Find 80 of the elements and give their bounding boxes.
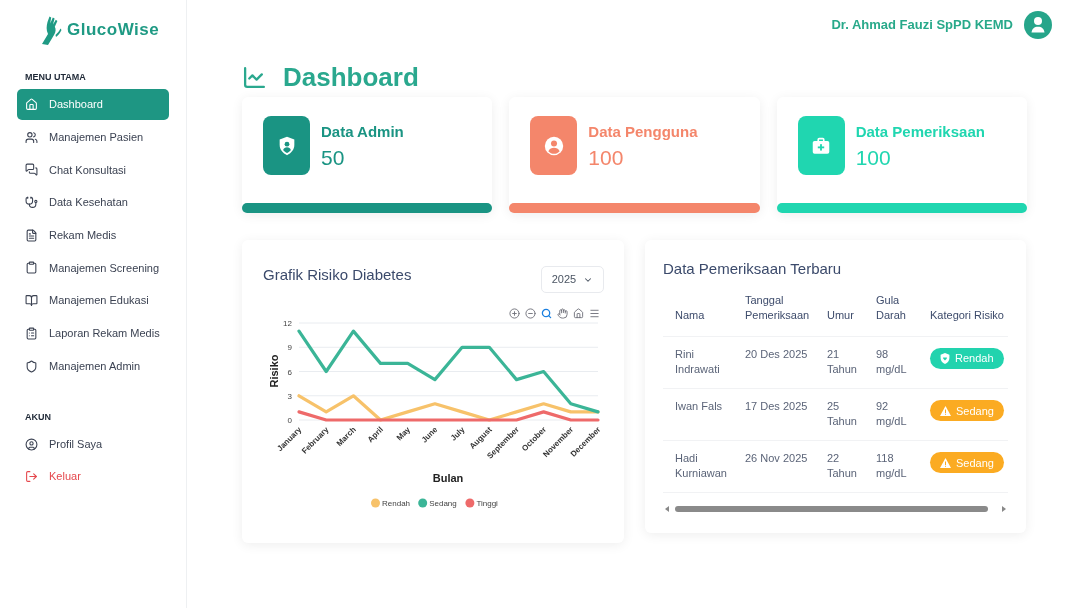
- chat-icon: [25, 163, 38, 177]
- stat-value: 100: [588, 145, 625, 171]
- risk-label: Sedang: [956, 455, 994, 470]
- sidebar-item[interactable]: Data Kesehatan: [17, 187, 169, 219]
- axis-title: Risiko: [268, 354, 280, 388]
- risk-label: Rendah: [955, 351, 994, 365]
- sidebar-item[interactable]: Rekam Medis: [17, 219, 169, 251]
- stethoscope-icon: [25, 196, 38, 210]
- logout-icon: [25, 470, 38, 484]
- y-tick-label: 3: [287, 391, 292, 401]
- menu-icon[interactable]: [589, 307, 600, 319]
- user-circle-icon: [542, 134, 565, 157]
- chart-title: Grafik Risiko Diabetes: [263, 266, 412, 284]
- table-cell-text: 26 Nov 2025: [745, 450, 809, 466]
- section-heading: MENU UTAMA: [25, 71, 86, 83]
- stat-title: Data Pengguna: [588, 122, 698, 142]
- sidebar-item[interactable]: Manajemen Admin: [17, 350, 169, 382]
- book-icon: [25, 294, 38, 308]
- table-cell-text: 92 mg/dL: [876, 398, 908, 429]
- zoom-in-icon[interactable]: [509, 307, 520, 319]
- column-header: Tanggal Pemeriksaan: [745, 292, 811, 323]
- column-header: Kategori Risiko: [930, 307, 1005, 323]
- axis-title: Bulan: [432, 472, 464, 484]
- table-cell-text: Rini Indrawati: [675, 346, 721, 377]
- table-cell-text: 25 Tahun: [827, 398, 858, 429]
- stat-value: 50: [321, 145, 346, 171]
- table-cell-text: 22 Tahun: [827, 450, 858, 481]
- sidebar-item[interactable]: Manajemen Edukasi: [17, 285, 169, 317]
- table-cell-text: 21 Tahun: [827, 346, 858, 377]
- table-cell-text: Hadi Kurniawan: [675, 450, 728, 481]
- sidebar-item[interactable]: Dashboard: [17, 89, 169, 120]
- line-chart-icon: [242, 64, 267, 90]
- year-select[interactable]: 2025: [541, 266, 604, 293]
- horizontal-scrollbar[interactable]: [663, 503, 1008, 514]
- warning-icon: [940, 405, 951, 416]
- y-tick-label: 9: [287, 343, 292, 353]
- sidebar-item[interactable]: Manajemen Screening: [17, 252, 169, 284]
- sidebar-item[interactable]: Chat Konsultasi: [17, 154, 169, 186]
- y-tick-label: 0: [287, 416, 292, 425]
- magnifier-icon[interactable]: [541, 307, 552, 319]
- shield-icon: [25, 359, 38, 373]
- document-icon: [25, 228, 38, 242]
- home-icon[interactable]: [573, 307, 584, 319]
- clipboard-icon: [25, 261, 38, 275]
- user-circle-icon: [25, 437, 38, 451]
- brand-name: GlucoWise: [67, 19, 160, 42]
- user-name: Dr. Ahmad Fauzi SpPD KEMD: [831, 16, 1013, 35]
- sidebar-item[interactable]: Keluar: [17, 461, 169, 493]
- warning-icon: [940, 457, 951, 468]
- table-cell-text: 118 mg/dL: [876, 450, 908, 481]
- table-cell-text: Iwan Fals: [675, 398, 724, 414]
- legend-label: Tinggi: [476, 499, 498, 508]
- sidebar-item[interactable]: Laporan Rekam Medis: [17, 317, 169, 349]
- avatar-icon[interactable]: [1024, 11, 1052, 39]
- table-cell-text: 20 Des 2025: [745, 346, 809, 362]
- stat-value: 100: [855, 145, 892, 171]
- logo-icon: [40, 14, 62, 46]
- table-title: Data Pemeriksaan Terbaru: [663, 260, 843, 278]
- legend-label: Sedang: [429, 499, 457, 508]
- table-cell-text: 98 mg/dL: [876, 346, 908, 377]
- zoom-out-icon[interactable]: [525, 307, 536, 319]
- page-title: Dashboard: [283, 62, 419, 92]
- hand-icon[interactable]: [557, 307, 568, 319]
- section-heading: AKUN: [25, 410, 51, 423]
- column-header: Gula Darah: [876, 292, 907, 323]
- y-tick-label: 12: [283, 320, 292, 328]
- column-header: Nama: [675, 307, 706, 323]
- column-header: Umur: [827, 307, 855, 323]
- sidebar-item[interactable]: Profil Saya: [17, 428, 169, 460]
- clipboard-list-icon: [25, 326, 38, 340]
- stat-title: Data Pemeriksaan: [855, 122, 985, 142]
- users-icon: [25, 130, 38, 144]
- stat-title: Data Admin: [321, 122, 404, 142]
- y-tick-label: 6: [287, 367, 292, 377]
- risk-label: Sedang: [956, 403, 994, 418]
- table-cell-text: 17 Des 2025: [745, 398, 809, 414]
- shield-icon: [940, 352, 950, 364]
- home-icon: [25, 98, 38, 111]
- legend-label: Rendah: [382, 499, 411, 508]
- sidebar-item[interactable]: Manajemen Pasien: [17, 121, 169, 153]
